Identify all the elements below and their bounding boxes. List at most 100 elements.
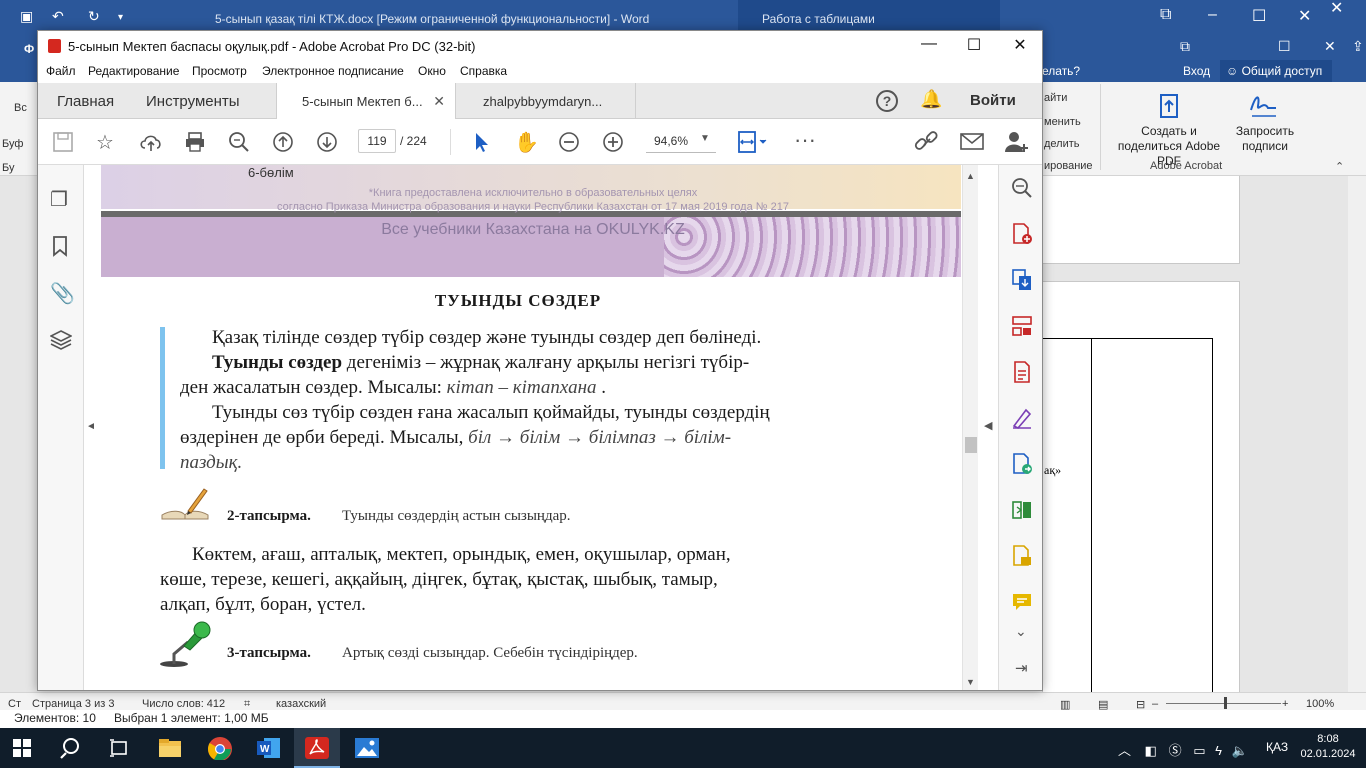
menu-window[interactable]: Окно xyxy=(418,64,446,78)
tab-home[interactable]: Главная xyxy=(57,93,114,110)
show-hidden-icons[interactable]: ︿ xyxy=(1118,743,1131,758)
network-adapter-icon[interactable]: ◧ xyxy=(1145,743,1157,758)
word-minimize-button[interactable]: – xyxy=(1208,6,1217,24)
acrobat-taskbar-button[interactable] xyxy=(294,728,340,768)
search-icon[interactable] xyxy=(60,736,86,760)
export-word-icon[interactable] xyxy=(1011,545,1033,567)
select-cursor-icon[interactable] xyxy=(472,131,492,153)
replace-button[interactable]: менить xyxy=(1044,116,1081,128)
table-tools-tab[interactable]: Работа с таблицами xyxy=(738,0,1000,34)
word-close-button[interactable]: ✕ xyxy=(1298,6,1311,26)
app-tray-icon[interactable]: Ⓢ xyxy=(1169,743,1182,758)
volume-icon[interactable]: 🔈 xyxy=(1232,743,1248,758)
menu-e-sign[interactable]: Электронное подписание xyxy=(262,64,404,78)
select-button[interactable]: делить xyxy=(1044,138,1080,150)
send-for-signature-icon[interactable] xyxy=(1011,453,1033,475)
word-count[interactable]: Число слов: 412 xyxy=(142,698,225,710)
photos-icon[interactable] xyxy=(354,736,380,760)
edit-pdf-icon[interactable] xyxy=(1011,361,1033,383)
arrow-icon[interactable]: ⇪ xyxy=(1352,38,1364,55)
bookmark-star-icon[interactable]: ☆ xyxy=(96,130,114,155)
search-icon[interactable] xyxy=(228,131,250,153)
page-fit-icon[interactable] xyxy=(736,129,770,155)
word-maximize-button[interactable]: ☐ xyxy=(1252,6,1266,26)
vertical-scrollbar[interactable]: ▲ ▼ xyxy=(962,165,978,690)
chrome-icon[interactable] xyxy=(207,736,233,760)
battery-icon[interactable]: ▭ xyxy=(1193,743,1205,758)
chevron-down-icon[interactable]: ⌄ xyxy=(1015,623,1027,640)
word-taskbar-icon[interactable]: W xyxy=(256,736,282,760)
zoom-out-icon[interactable]: – xyxy=(1152,698,1158,710)
zoom-in-icon[interactable] xyxy=(602,131,624,153)
acrobat-close-button[interactable]: ✕ xyxy=(997,35,1042,55)
fill-sign-icon[interactable] xyxy=(1011,407,1033,429)
close-tab-icon[interactable]: ✕ xyxy=(433,93,445,110)
language-indicator[interactable]: ҚАЗ xyxy=(1266,740,1288,754)
acrobat-minimize-button[interactable]: — xyxy=(906,35,952,53)
second-window-close-button[interactable]: ✕ xyxy=(1330,0,1343,18)
menu-edit[interactable]: Редактирование xyxy=(88,64,179,78)
next-page-icon[interactable] xyxy=(316,131,338,153)
save-icon[interactable]: ▣ xyxy=(20,8,33,25)
email-icon[interactable] xyxy=(960,132,984,152)
layers-icon[interactable] xyxy=(50,329,72,351)
share-button[interactable]: ☺ Общий доступ xyxy=(1220,60,1332,82)
help-icon[interactable]: ? xyxy=(876,90,898,112)
undo-icon[interactable]: ↶ xyxy=(52,8,64,25)
page-count[interactable]: Страница 3 из 3 xyxy=(32,698,114,710)
windows-start-icon[interactable] xyxy=(12,738,38,762)
zoom-in-icon[interactable]: + xyxy=(1282,698,1288,710)
task-view-icon[interactable] xyxy=(108,737,134,761)
tab-document-2[interactable]: zhalpybbyymdaryn... xyxy=(456,83,636,119)
ribbon-collapse-icon[interactable]: ⌃ xyxy=(1335,160,1344,173)
pdf-document-view[interactable]: 6-бөлім *Книга предоставлена исключитель… xyxy=(94,165,972,690)
create-pdf-icon[interactable] xyxy=(1011,223,1033,245)
menu-help[interactable]: Справка xyxy=(460,64,507,78)
file-tab[interactable]: Ф xyxy=(24,42,34,56)
zoom-level[interactable]: 100% xyxy=(1306,698,1334,710)
chevron-down-icon[interactable]: ▼ xyxy=(700,133,710,144)
qat-dropdown-icon[interactable]: ▾ xyxy=(118,12,123,23)
sign-in-link[interactable]: Вход xyxy=(1183,64,1210,78)
tab-document-1[interactable]: 5-сынып Мектеп б... ✕ xyxy=(276,83,456,119)
clock[interactable]: 8:08 02.01.2024 xyxy=(1300,732,1356,762)
menu-view[interactable]: Просмотр xyxy=(192,64,247,78)
save-icon[interactable] xyxy=(52,131,74,153)
hand-tool-icon[interactable]: ✋ xyxy=(514,130,539,155)
compare-files-icon[interactable] xyxy=(1011,499,1033,521)
ribbon-display-icon[interactable]: ⧉ xyxy=(1160,6,1171,24)
attachments-icon[interactable]: 📎 xyxy=(50,281,75,306)
print-icon[interactable] xyxy=(184,131,206,153)
add-user-icon[interactable] xyxy=(1004,130,1030,154)
tell-me-box[interactable]: елать? xyxy=(1042,64,1080,78)
close-icon[interactable]: ✕ xyxy=(1324,38,1336,55)
previous-page-icon[interactable] xyxy=(272,131,294,153)
collapse-right-pane-icon[interactable]: ◀ xyxy=(984,419,992,432)
cloud-upload-icon[interactable] xyxy=(139,131,163,153)
tab-tools[interactable]: Инструменты xyxy=(146,93,240,110)
page-thumbnails-icon[interactable]: ❐ xyxy=(50,187,68,212)
page-number-input[interactable]: 119 xyxy=(358,129,396,153)
scroll-down-icon[interactable]: ▼ xyxy=(966,677,975,687)
scroll-up-icon[interactable]: ▲ xyxy=(966,171,975,181)
bookmarks-icon[interactable] xyxy=(50,235,70,257)
file-explorer-icon[interactable] xyxy=(157,736,183,760)
language-indicator[interactable]: казахский xyxy=(276,698,326,710)
scrollbar-thumb[interactable] xyxy=(965,437,977,453)
maximize-icon[interactable]: ☐ xyxy=(1278,38,1291,55)
redo-icon[interactable]: ↻ xyxy=(88,8,100,25)
find-button[interactable]: айти xyxy=(1044,92,1067,104)
restore-icon[interactable]: ⧉ xyxy=(1180,38,1190,55)
zoom-search-icon[interactable] xyxy=(1011,177,1033,199)
zoom-out-icon[interactable] xyxy=(558,131,580,153)
acrobat-maximize-button[interactable]: ☐ xyxy=(951,35,997,55)
request-signatures-button[interactable]: Запросить подписи xyxy=(1230,124,1300,154)
share-link-icon[interactable] xyxy=(914,131,940,153)
menu-file[interactable]: Файл xyxy=(46,64,76,78)
organize-pages-icon[interactable] xyxy=(1011,315,1033,337)
sign-in-button[interactable]: Войти xyxy=(970,92,1016,109)
word-vertical-scrollbar[interactable] xyxy=(1348,176,1366,692)
notifications-bell-icon[interactable]: 🔔 xyxy=(920,89,942,110)
wifi-icon[interactable]: ϟ xyxy=(1215,743,1222,758)
zoom-slider-thumb[interactable] xyxy=(1224,697,1227,709)
